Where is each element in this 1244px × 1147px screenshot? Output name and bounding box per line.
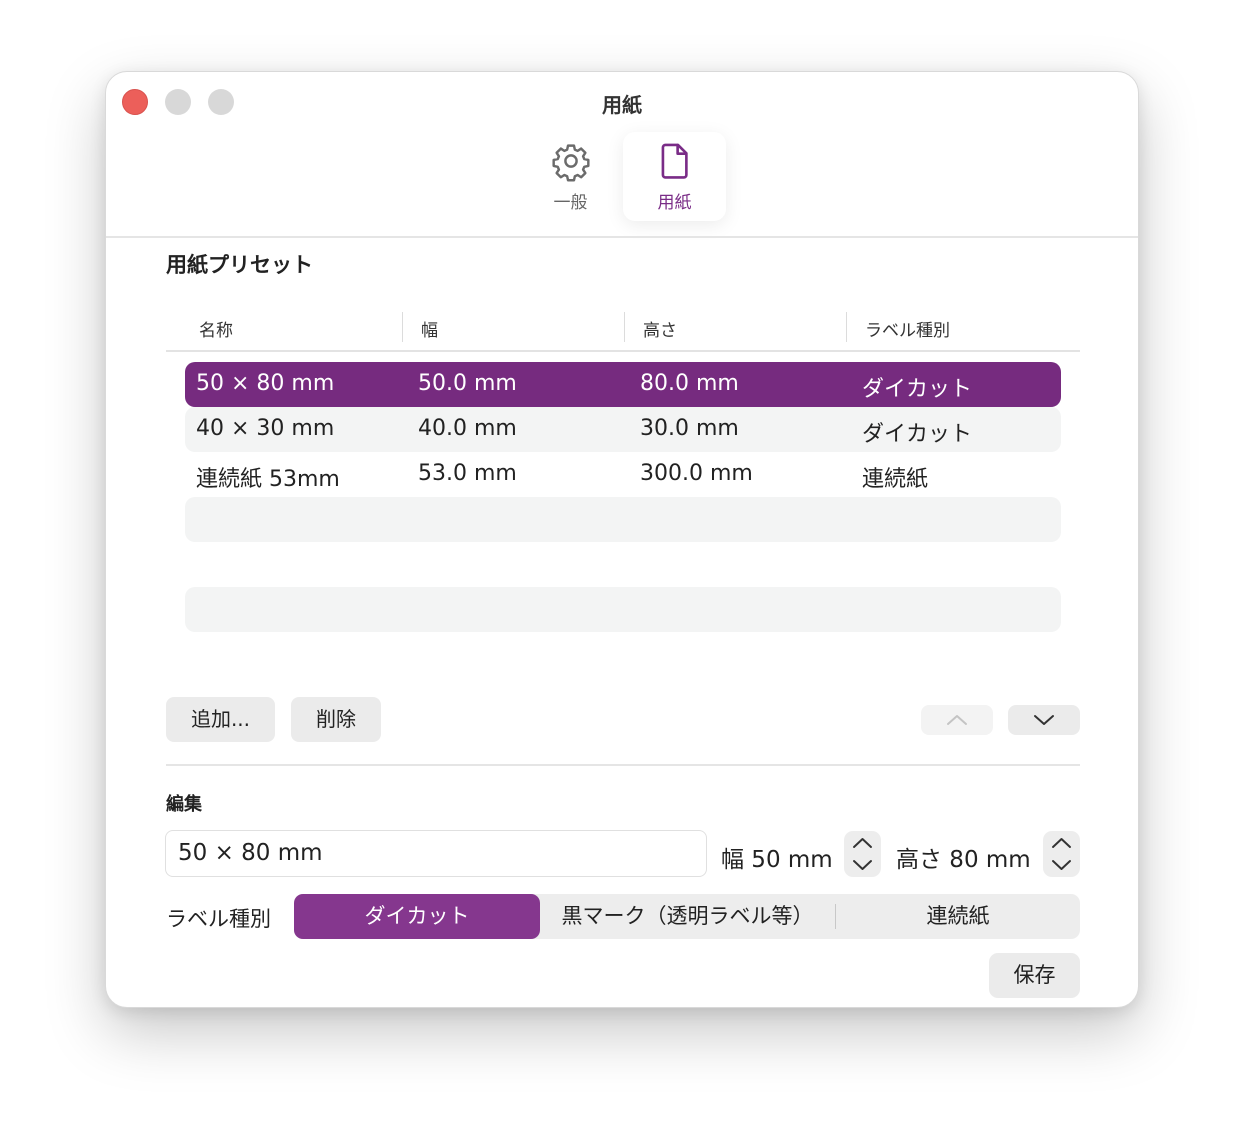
empty-table-row (185, 497, 1061, 542)
toolbar-tab-paper[interactable]: 用紙 (623, 132, 726, 221)
table-row[interactable]: 50 × 80 mm 50.0 mm 80.0 mm ダイカット (185, 362, 1061, 407)
column-separator (846, 312, 847, 342)
empty-table-row (185, 587, 1061, 632)
cell-width: 53.0 mm (418, 461, 517, 486)
height-stepper[interactable] (1043, 831, 1080, 877)
section-divider (166, 764, 1080, 766)
table-row[interactable]: 40 × 30 mm 40.0 mm 30.0 mm ダイカット (185, 407, 1061, 452)
preset-name-field[interactable]: 50 × 80 mm (165, 830, 707, 877)
column-header-label-kind[interactable]: ラベル種別 (865, 316, 950, 341)
table-row[interactable]: 連続紙 53mm 53.0 mm 300.0 mm 連続紙 (185, 452, 1061, 497)
chevron-up-icon[interactable] (1050, 835, 1073, 851)
column-header-width[interactable]: 幅 (421, 316, 438, 341)
gear-icon (552, 144, 590, 182)
column-separator (624, 312, 625, 342)
segment-black-mark[interactable]: 黒マーク（透明ラベル等） (540, 894, 835, 939)
cell-height: 30.0 mm (640, 416, 739, 441)
height-value-label: 高さ 80 mm (896, 847, 1031, 873)
cell-label-kind: ダイカット (862, 422, 973, 447)
column-separator (402, 312, 403, 342)
chevron-up-icon (947, 715, 967, 725)
cell-name: 50 × 80 mm (196, 371, 335, 396)
move-down-button[interactable] (1008, 705, 1080, 735)
edit-section-title: 編集 (166, 794, 202, 815)
segment-die-cut[interactable]: ダイカット (294, 894, 540, 939)
cell-width: 50.0 mm (418, 371, 517, 396)
add-preset-button[interactable]: 追加... (166, 697, 275, 742)
cell-height: 80.0 mm (640, 371, 739, 396)
document-icon (661, 143, 688, 179)
label-kind-segmented-control: ダイカット 黒マーク（透明ラベル等） 連続紙 (294, 894, 1080, 939)
segment-continuous[interactable]: 連続紙 (836, 894, 1080, 939)
cell-name: 連続紙 53mm (196, 467, 340, 492)
cell-name: 40 × 30 mm (196, 416, 335, 441)
width-stepper[interactable] (844, 831, 881, 877)
cell-height: 300.0 mm (640, 461, 753, 486)
chevron-down-icon[interactable] (851, 857, 874, 873)
cell-label-kind: 連続紙 (862, 467, 929, 492)
toolbar-divider (106, 236, 1138, 238)
presets-table-header: 名称 幅 高さ ラベル種別 (166, 312, 1080, 352)
label-kind-title: ラベル種別 (166, 907, 271, 931)
delete-preset-button[interactable]: 削除 (291, 697, 381, 742)
move-up-button[interactable] (921, 705, 993, 735)
chevron-down-icon (1034, 715, 1054, 725)
toolbar-tab-paper-label: 用紙 (657, 193, 692, 213)
column-header-name[interactable]: 名称 (199, 316, 233, 341)
toolbar-tab-general-label: 一般 (553, 193, 588, 213)
chevron-down-icon[interactable] (1050, 857, 1073, 873)
preferences-window: 用紙 一般 用紙 用紙プリセット 名称 幅 高さ ラベル種別 50 × 80 m… (105, 71, 1139, 1008)
chevron-up-icon[interactable] (851, 835, 874, 851)
cell-width: 40.0 mm (418, 416, 517, 441)
cell-label-kind: ダイカット (862, 377, 973, 402)
save-button[interactable]: 保存 (989, 953, 1080, 998)
column-header-height[interactable]: 高さ (643, 316, 677, 341)
toolbar-tab-general[interactable]: 一般 (519, 132, 622, 221)
width-value-label: 幅 50 mm (721, 847, 833, 873)
presets-section-title: 用紙プリセット (166, 253, 313, 277)
window-title: 用紙 (602, 93, 642, 117)
